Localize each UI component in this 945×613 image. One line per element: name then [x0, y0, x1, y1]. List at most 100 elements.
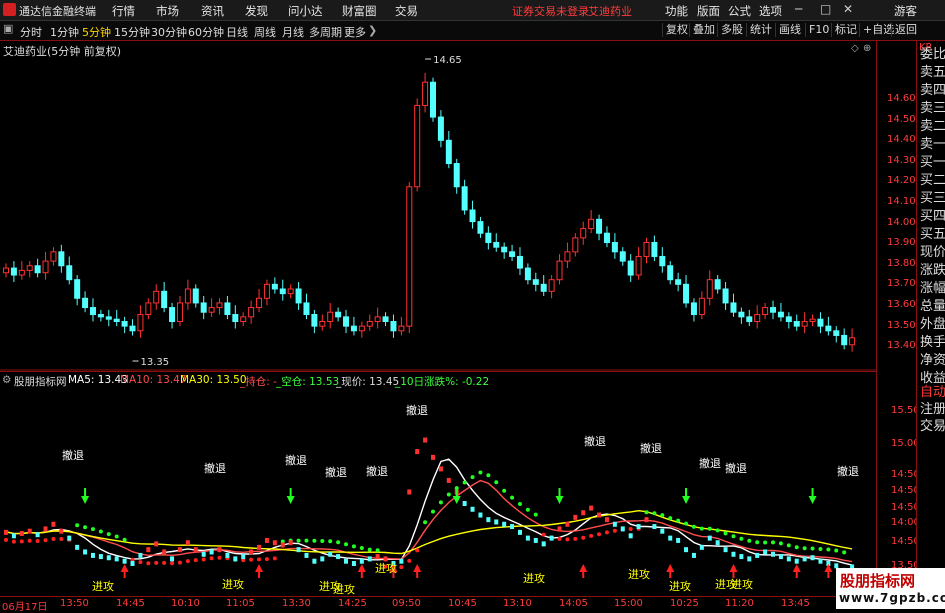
menu-wealth[interactable]: 财富圈: [342, 3, 377, 19]
low-label: 13.35: [141, 357, 170, 368]
draw-button[interactable]: 画线: [775, 23, 801, 37]
indicator-chart[interactable]: [0, 372, 876, 596]
mark-button[interactable]: 标记: [831, 23, 857, 37]
menu-trade[interactable]: 交易: [395, 3, 418, 19]
time-label: 15:00: [614, 598, 643, 609]
period-week[interactable]: 周线: [254, 24, 276, 40]
f10-button[interactable]: F10: [805, 23, 829, 37]
period-more[interactable]: 更多: [344, 24, 366, 40]
adjust-button[interactable]: 复权: [662, 23, 688, 37]
add-watchlist-button[interactable]: +自选: [859, 23, 894, 37]
quote-field-label[interactable]: 自动: [920, 385, 945, 401]
period-month[interactable]: 月线: [282, 24, 304, 40]
axis-divider: [876, 41, 877, 596]
menu-toggle-icon[interactable]: ▣: [3, 22, 13, 35]
watermark-url: www.7gpzb.com: [839, 591, 945, 605]
menu-news[interactable]: 资讯: [201, 3, 224, 19]
candle-up: [809, 318, 816, 323]
hold-dot: [597, 532, 602, 537]
period-30min[interactable]: 30分钟: [151, 24, 187, 40]
empty-dot: [375, 548, 380, 553]
time-label: 10:25: [670, 598, 699, 609]
quote-field-label: 注册: [920, 402, 945, 417]
menu-function[interactable]: 功能: [665, 3, 688, 19]
stats-button[interactable]: 统计: [746, 23, 772, 37]
menu-ask[interactable]: 问小达: [288, 3, 323, 19]
empty-dot: [98, 529, 103, 534]
empty-dot: [423, 520, 428, 525]
candle-up: [398, 325, 405, 332]
price-bar: [59, 528, 64, 534]
restore-icon[interactable]: □: [820, 2, 831, 16]
menu-options[interactable]: 选项: [759, 3, 782, 19]
candle-down: [192, 288, 199, 304]
login-status[interactable]: 证券交易未登录: [512, 3, 589, 19]
back-button[interactable]: 返回: [891, 23, 917, 37]
price-bar: [660, 528, 665, 534]
candle-down: [469, 209, 476, 223]
candlestick-chart[interactable]: 14.65 13.35: [0, 41, 876, 371]
empty-dot: [320, 539, 325, 544]
menu-market[interactable]: 市场: [156, 3, 179, 19]
empty-dot: [794, 545, 799, 550]
candle-up: [216, 302, 223, 309]
period-multi[interactable]: 多周期: [309, 24, 342, 40]
candle-down: [675, 279, 682, 285]
overlay-button[interactable]: 叠加: [689, 23, 715, 37]
guest-user[interactable]: 游客: [894, 3, 917, 19]
hold-dot: [612, 528, 617, 533]
hold-dot: [201, 557, 206, 562]
candle-down: [714, 279, 721, 290]
price-bar: [510, 524, 515, 530]
period-5min[interactable]: 5分钟: [82, 24, 111, 40]
menu-formula[interactable]: 公式: [728, 3, 751, 19]
price-bar: [288, 540, 293, 546]
hold-dot: [43, 538, 48, 543]
quote-field-label: 卖五: [920, 65, 945, 80]
quote-field-label: 买三: [920, 191, 945, 206]
attack-arrow: [729, 564, 738, 572]
candle-down: [303, 302, 310, 316]
hold-dot: [589, 533, 594, 538]
empty-dot: [336, 540, 341, 545]
quote-field-label: 换手: [920, 335, 945, 350]
price-bar: [193, 547, 198, 553]
candle-up: [263, 283, 270, 299]
menu-layout[interactable]: 版面: [697, 3, 720, 19]
time-label: 13:10: [503, 598, 532, 609]
close-icon[interactable]: ✕: [843, 2, 853, 16]
chevron-right-icon[interactable]: ❯: [368, 24, 377, 37]
empty-dot: [691, 524, 696, 529]
price-bar: [233, 556, 238, 562]
empty-dot: [502, 488, 507, 493]
time-label: 13:50: [60, 598, 89, 609]
retreat-signal: 撤退: [62, 449, 84, 462]
hold-dot: [154, 560, 159, 565]
price-bar: [272, 540, 277, 546]
period-tick[interactable]: 分时: [20, 24, 42, 40]
watermark-logo: 股朋指标网 www.7gpzb.com: [836, 568, 945, 609]
price-bar: [407, 489, 412, 495]
empty-dot: [446, 492, 451, 497]
candle-up: [256, 297, 263, 309]
menu-quotes[interactable]: 行情: [112, 3, 135, 19]
period-1min[interactable]: 1分钟: [50, 24, 79, 40]
retreat-arrow: [81, 496, 90, 504]
empty-dot: [312, 538, 317, 543]
minimize-icon[interactable]: ─: [795, 2, 802, 16]
empty-dot: [90, 527, 95, 532]
candle-down: [200, 302, 207, 313]
empty-dot: [106, 532, 111, 537]
quote-field-label: 卖三: [920, 101, 945, 116]
menu-discover[interactable]: 发现: [245, 3, 268, 19]
period-day[interactable]: 日线: [226, 24, 248, 40]
period-15min[interactable]: 15分钟: [114, 24, 150, 40]
period-60min[interactable]: 60分钟: [188, 24, 224, 40]
attack-signal: 进攻: [92, 580, 114, 593]
candle-up: [240, 316, 247, 323]
price-bar: [478, 512, 483, 518]
candle-up: [176, 302, 183, 323]
empty-dot: [462, 480, 467, 485]
attack-signal: 进攻: [669, 580, 691, 593]
multi-stock-button[interactable]: 多股: [717, 23, 743, 37]
